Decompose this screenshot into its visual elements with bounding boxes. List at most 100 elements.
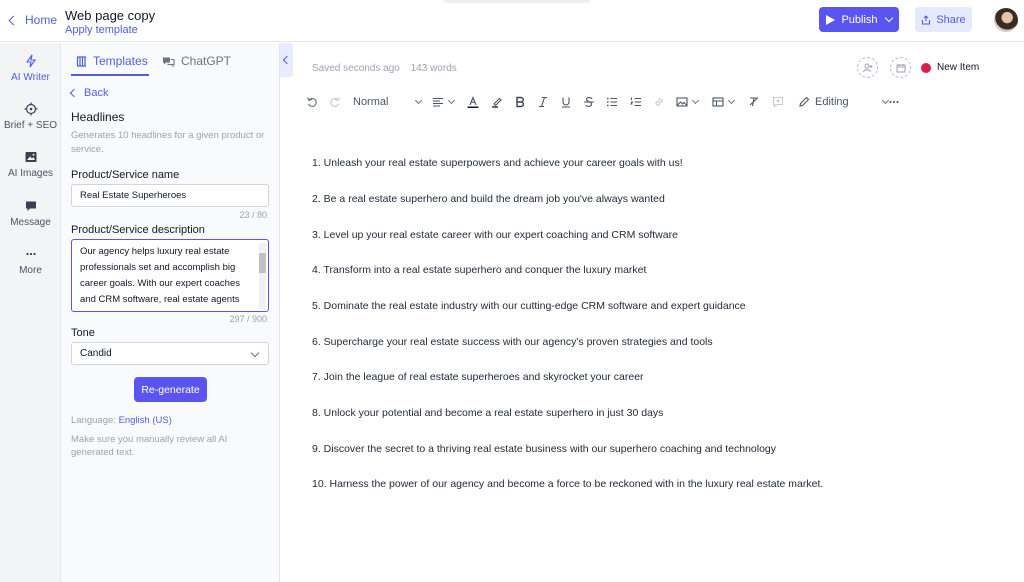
tone-value: Candid [80, 348, 112, 359]
rail-item-ai-writer[interactable]: AI Writer [0, 54, 61, 83]
headline-item: 4. Transform into a real estate superher… [312, 264, 647, 276]
highlight-button[interactable] [491, 95, 503, 109]
rail-label: AI Images [7, 168, 54, 179]
bold-button[interactable] [514, 95, 526, 109]
paragraph-style-value: Normal [353, 96, 389, 108]
calendar-icon [896, 64, 906, 73]
chevron-left-icon [69, 88, 79, 98]
rail-item-message[interactable]: Message [0, 199, 61, 228]
paragraph-style-select[interactable]: Normal [353, 95, 423, 109]
tab-templates[interactable]: Templates [76, 54, 148, 68]
product-name-input[interactable]: Real Estate Superheroes [71, 184, 269, 207]
more-icon [889, 101, 899, 103]
word-count: 143 words [410, 63, 457, 74]
chevron-down-icon [727, 96, 736, 105]
document-title[interactable]: Web page copy [65, 8, 155, 23]
pencil-icon [799, 96, 810, 107]
back-link[interactable]: Back [69, 87, 108, 99]
bullet-list-button[interactable] [606, 95, 618, 109]
rail-label: More [19, 265, 42, 276]
table-icon [712, 97, 724, 107]
panel-tabs: Templates ChatGPT [61, 43, 280, 77]
comment-icon [773, 97, 783, 108]
comment-button[interactable] [772, 95, 784, 109]
publish-label: Publish [841, 13, 878, 26]
text-color-button[interactable] [467, 95, 479, 109]
clear-format-button[interactable] [748, 95, 760, 109]
headline-item: 9. Discover the secret to a thriving rea… [312, 443, 777, 455]
tab-chatgpt[interactable]: ChatGPT [162, 54, 231, 68]
strikethrough-button[interactable] [583, 95, 595, 109]
chevron-left-icon [8, 15, 19, 25]
chevron-down-icon [884, 13, 893, 23]
underline-button[interactable] [560, 95, 572, 109]
insert-table-button[interactable] [712, 95, 736, 109]
status-label: New Item [937, 62, 980, 73]
link-icon [655, 98, 663, 106]
textarea-scrollbar[interactable] [257, 243, 266, 309]
more-options-button[interactable] [888, 95, 900, 109]
language-value[interactable]: English (US) [119, 415, 172, 426]
headline-item: 3. Level up your real estate career with… [312, 229, 678, 241]
image-icon [676, 97, 688, 107]
chevron-down-icon [415, 96, 423, 105]
chat-icon [25, 201, 36, 211]
schedule-button[interactable] [890, 57, 911, 78]
rail-item-ai-images[interactable]: AI Images [0, 150, 61, 179]
product-description-label: Product/Service description [71, 224, 205, 236]
chevron-down-icon [250, 348, 260, 358]
top-bar: Home Web page copy Apply template Publis… [0, 0, 1024, 42]
scrollbar-thumb[interactable] [259, 253, 266, 273]
send-icon [826, 14, 836, 25]
redo-icon [330, 97, 340, 107]
link-button[interactable] [653, 95, 665, 109]
image-icon [25, 152, 36, 162]
template-description: Generates 10 headlines for a given produ… [71, 130, 265, 155]
headline-item: 6. Supercharge your real estate success … [312, 336, 713, 348]
more-icon [25, 252, 36, 256]
review-note: Make sure you manually review all AI gen… [71, 434, 228, 458]
tone-select[interactable]: Candid [71, 342, 269, 365]
text-color-icon [467, 96, 479, 108]
product-name-label: Product/Service name [71, 169, 180, 181]
user-avatar[interactable] [994, 8, 1018, 32]
insert-image-button[interactable] [676, 95, 700, 109]
share-icon [922, 14, 931, 25]
templates-icon [76, 55, 86, 67]
headline-item: 2. Be a real estate superhero and build … [312, 193, 665, 205]
editor-toolbar: Normal Editing [300, 91, 910, 113]
tone-label: Tone [71, 327, 95, 339]
align-button[interactable] [432, 95, 456, 109]
rail-label: AI Writer [11, 72, 50, 83]
rail-item-more[interactable]: More [0, 247, 61, 276]
highlighter-icon [492, 97, 502, 108]
share-label: Share [936, 13, 966, 26]
saved-status: Saved seconds ago [312, 63, 400, 74]
home-link[interactable]: Home [8, 13, 58, 27]
collapse-panel-button[interactable] [280, 43, 293, 77]
status-new-item[interactable]: New Item [921, 62, 979, 73]
rail-label: Message [10, 217, 51, 228]
tab-label: ChatGPT [181, 54, 232, 68]
left-rail: AI Writer Brief + SEO AI Images Message … [0, 43, 61, 582]
assign-user-button[interactable] [857, 57, 878, 78]
rail-item-brief-seo[interactable]: Brief + SEO [0, 102, 61, 131]
regenerate-button[interactable]: Re-generate [134, 377, 207, 402]
publish-button[interactable]: Publish [819, 7, 899, 32]
bold-icon [516, 96, 524, 108]
headline-item: 8. Unlock your potential and become a re… [312, 407, 664, 419]
product-description-textarea[interactable]: Our agency helps luxury real estate prof… [71, 239, 269, 312]
numbered-list-button[interactable] [630, 95, 642, 109]
headline-item: 5. Dominate the real estate industry wit… [312, 300, 746, 312]
undo-button[interactable] [306, 95, 318, 109]
editor-meta: Saved seconds ago 143 words [312, 63, 457, 74]
italic-button[interactable] [537, 95, 549, 109]
italic-icon [539, 96, 547, 108]
share-button[interactable]: Share [915, 7, 972, 32]
apply-template-link[interactable]: Apply template [65, 24, 138, 36]
editing-mode-select[interactable]: Editing [798, 95, 889, 109]
redo-button[interactable] [329, 95, 341, 109]
chatgpt-icon [163, 57, 175, 67]
bullet-list-icon [606, 97, 617, 107]
home-label: Home [25, 13, 58, 27]
